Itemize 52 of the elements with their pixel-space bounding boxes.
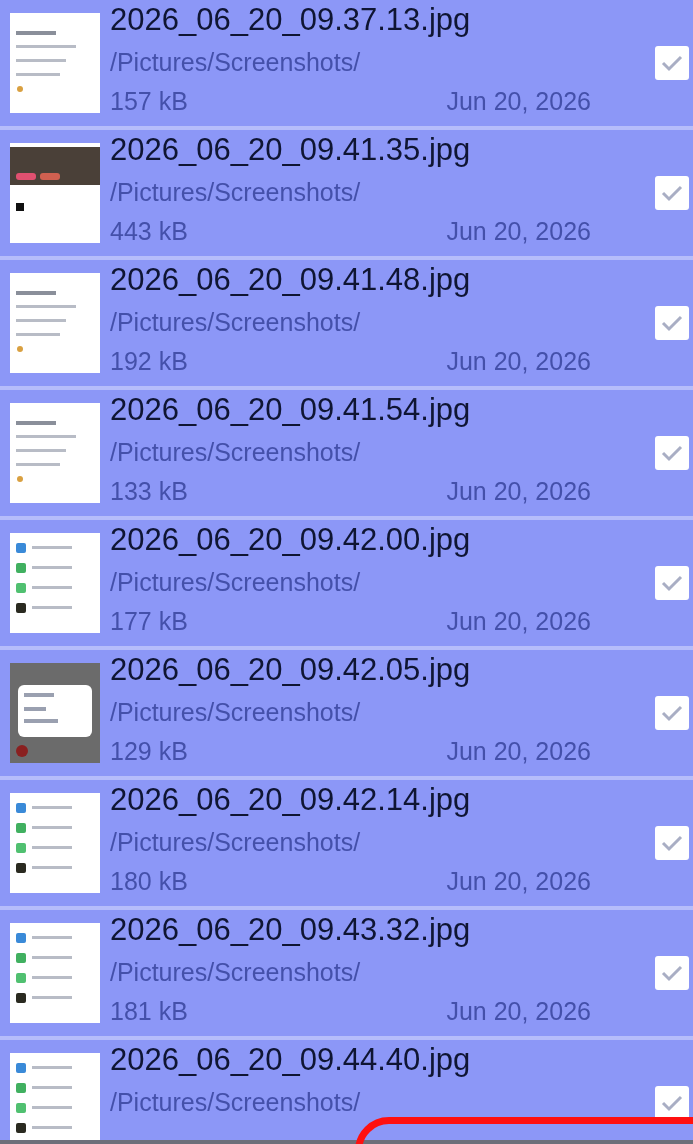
checkbox[interactable] <box>655 956 689 990</box>
file-name: 2026_06_20_09.42.05.jpg <box>110 651 472 689</box>
checkbox[interactable] <box>655 306 689 340</box>
check-icon <box>660 183 684 203</box>
file-name: 2026_06_20_09.41.35.jpg <box>110 131 472 169</box>
file-path: /Pictures/Screenshots/ <box>110 47 362 78</box>
file-path: /Pictures/Screenshots/ <box>110 437 362 468</box>
file-date: Jun 20, 2026 <box>446 866 591 897</box>
file-name: 2026_06_20_09.43.32.jpg <box>110 911 472 949</box>
check-icon <box>660 963 684 983</box>
file-path: /Pictures/Screenshots/ <box>110 957 362 988</box>
file-size: 177 kB <box>110 606 188 637</box>
file-size: 129 kB <box>110 736 188 767</box>
file-size: 443 kB <box>110 216 188 247</box>
check-icon <box>660 833 684 853</box>
file-name: 2026_06_20_09.41.48.jpg <box>110 261 472 299</box>
check-icon <box>660 1093 684 1113</box>
checkbox[interactable] <box>655 1086 689 1120</box>
check-icon <box>660 313 684 333</box>
file-size: 181 kB <box>110 996 188 1027</box>
file-size: 192 kB <box>110 346 188 377</box>
file-date: Jun 20, 2026 <box>446 476 591 507</box>
file-date: Jun 20, 2026 <box>446 216 591 247</box>
check-icon <box>660 703 684 723</box>
file-size: 133 kB <box>110 476 188 507</box>
checkbox[interactable] <box>655 176 689 210</box>
file-path: /Pictures/Screenshots/ <box>110 1087 362 1118</box>
file-date: Jun 20, 2026 <box>446 736 591 767</box>
checkbox[interactable] <box>655 696 689 730</box>
file-name: 2026_06_20_09.44.40.jpg <box>110 1041 472 1079</box>
file-date: Jun 20, 2026 <box>446 86 591 117</box>
file-name: 2026_06_20_09.41.54.jpg <box>110 391 472 429</box>
file-path: /Pictures/Screenshots/ <box>110 567 362 598</box>
file-size: 157 kB <box>110 86 188 117</box>
file-name: 2026_06_20_09.42.00.jpg <box>110 521 472 559</box>
check-icon <box>660 573 684 593</box>
check-icon <box>660 53 684 73</box>
file-size: 180 kB <box>110 866 188 897</box>
checkbox[interactable] <box>655 46 689 80</box>
file-date: Jun 20, 2026 <box>446 346 591 377</box>
file-path: /Pictures/Screenshots/ <box>110 307 362 338</box>
check-icon <box>660 443 684 463</box>
checkbox[interactable] <box>655 566 689 600</box>
file-path: /Pictures/Screenshots/ <box>110 177 362 208</box>
checkbox[interactable] <box>655 826 689 860</box>
file-name: 2026_06_20_09.42.14.jpg <box>110 781 472 819</box>
file-path: /Pictures/Screenshots/ <box>110 827 362 858</box>
file-date: Jun 20, 2026 <box>446 606 591 637</box>
file-date: Jun 20, 2026 <box>446 996 591 1027</box>
checkbox[interactable] <box>655 436 689 470</box>
file-name: 2026_06_20_09.37.13.jpg <box>110 1 472 39</box>
file-path: /Pictures/Screenshots/ <box>110 697 362 728</box>
